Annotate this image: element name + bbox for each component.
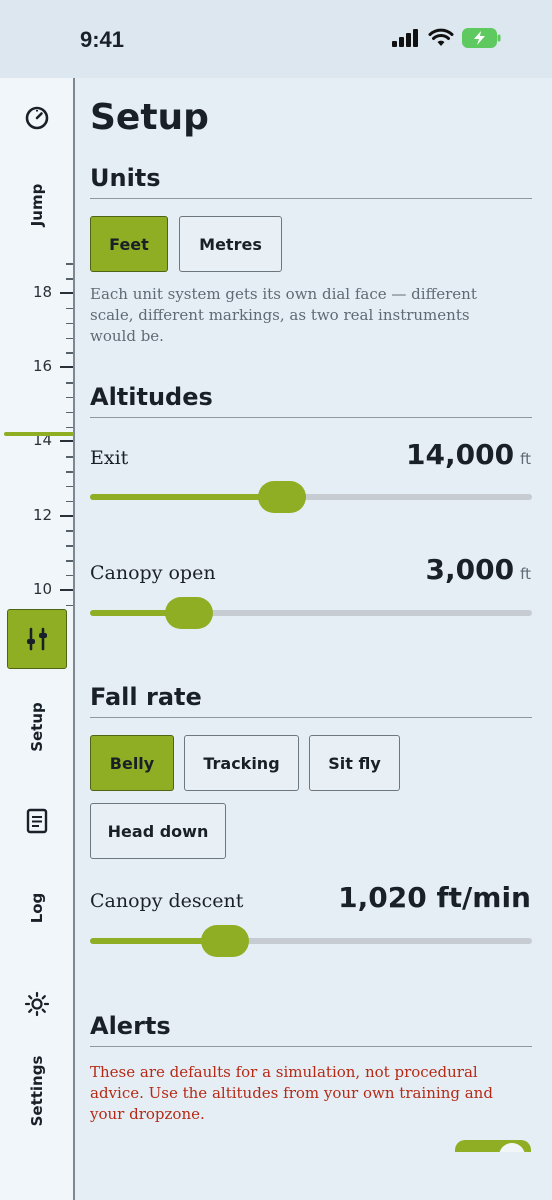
- alerts-heading: Alerts: [90, 1012, 171, 1040]
- scale-minor-tick: [66, 530, 73, 532]
- document-icon: [26, 808, 47, 834]
- rail-label-setup[interactable]: Setup: [28, 702, 46, 752]
- alerts-toggle[interactable]: [455, 1140, 531, 1152]
- scale-minor-tick: [66, 485, 73, 488]
- scale-minor-tick: [66, 382, 73, 384]
- exit-slider-fill: [90, 494, 283, 500]
- sliders-icon: [27, 627, 47, 651]
- fall-rate-divider: [90, 717, 532, 718]
- canopy-descent-slider-thumb[interactable]: [200, 925, 249, 957]
- scale-minor-tick: [66, 560, 73, 562]
- exit-slider[interactable]: [90, 481, 532, 513]
- status-icons: [392, 28, 502, 48]
- scale-minor-tick: [66, 322, 73, 325]
- canopy-open-value-unit: ft: [520, 565, 531, 583]
- fall-rate-tracking-button[interactable]: Tracking: [184, 735, 299, 791]
- exit-value: 14,000 ft: [406, 438, 531, 471]
- cellular-signal-icon: [392, 29, 418, 47]
- rail-label-log[interactable]: Log: [28, 893, 46, 924]
- scale-minor-tick: [66, 500, 73, 503]
- altitudes-divider: [90, 417, 532, 418]
- alerts-warning: These are defaults for a simulation, not…: [90, 1063, 493, 1123]
- exit-altitude-indicator: [4, 432, 74, 436]
- scale-minor-tick: [66, 278, 73, 280]
- wifi-icon: [428, 28, 454, 46]
- rail-label-jump[interactable]: Jump: [28, 184, 46, 227]
- scale-minor-tick: [66, 307, 73, 310]
- rail-item-jump[interactable]: [0, 105, 73, 131]
- alerts-toggle-knob: [499, 1143, 525, 1152]
- scale-minor-tick: [66, 545, 73, 547]
- exit-value-unit: ft: [520, 450, 531, 468]
- rail-label-settings[interactable]: Settings: [28, 1056, 46, 1127]
- scale-minor-tick: [66, 337, 73, 340]
- alerts-divider: [90, 1046, 532, 1047]
- altitudes-heading: Altitudes: [90, 383, 213, 411]
- canopy-open-slider[interactable]: [90, 597, 532, 629]
- scale-minor-tick: [66, 263, 73, 265]
- fall-rate-belly-button[interactable]: Belly: [90, 735, 174, 791]
- rail-item-settings[interactable]: [0, 991, 73, 1017]
- units-note: Each unit system gets its own dial face …: [90, 285, 477, 345]
- units-divider: [90, 198, 532, 199]
- scale-minor-tick: [66, 352, 73, 354]
- scale-major-tick: [60, 588, 73, 591]
- scale-label-10: 10: [33, 580, 53, 599]
- units-feet-button[interactable]: Feet: [90, 216, 168, 272]
- canopy-open-value: 3,000 ft: [426, 553, 531, 586]
- fall-rate-sitfly-button[interactable]: Sit fly: [309, 735, 400, 791]
- canopy-descent-slider[interactable]: [90, 925, 532, 957]
- page-title: Setup: [90, 97, 209, 138]
- battery-charging-icon: [462, 28, 501, 48]
- scale-label-12: 12: [33, 506, 53, 525]
- canopy-descent-value: 1,020 ft/min: [338, 881, 531, 914]
- scale-minor-tick: [66, 411, 73, 414]
- scale-minor-tick: [66, 426, 73, 429]
- fall-rate-headdown-button[interactable]: Head down: [90, 803, 226, 859]
- scale-label-18: 18: [33, 283, 53, 302]
- scale-minor-tick: [66, 471, 73, 473]
- scale-major-tick: [60, 440, 73, 443]
- canopy-open-label: Canopy open: [90, 562, 216, 584]
- sun-gear-icon: [24, 991, 49, 1017]
- scale-minor-tick: [66, 604, 73, 607]
- rail-item-setup[interactable]: [7, 609, 67, 669]
- canopy-open-value-number: 3,000: [425, 553, 515, 586]
- scale-major-tick: [60, 514, 73, 517]
- exit-value-number: 14,000: [406, 438, 515, 471]
- rail-item-log[interactable]: [0, 808, 73, 834]
- canopy-descent-label: Canopy descent: [90, 890, 244, 912]
- scale-minor-tick: [66, 396, 73, 399]
- scale-minor-tick: [66, 574, 73, 577]
- scale-minor-tick: [66, 456, 73, 458]
- status-bar: 9:41: [0, 0, 552, 78]
- exit-label: Exit: [90, 447, 129, 469]
- canopy-open-slider-thumb[interactable]: [165, 597, 214, 629]
- fall-rate-heading: Fall rate: [90, 683, 202, 711]
- scale-label-16: 16: [33, 357, 53, 376]
- exit-slider-thumb[interactable]: [258, 481, 307, 513]
- status-time: 9:41: [80, 27, 125, 52]
- stopwatch-icon: [25, 106, 48, 130]
- scale-major-tick: [60, 292, 73, 294]
- units-heading: Units: [90, 164, 161, 192]
- scale-major-tick: [60, 366, 73, 369]
- units-metres-button[interactable]: Metres: [179, 216, 282, 272]
